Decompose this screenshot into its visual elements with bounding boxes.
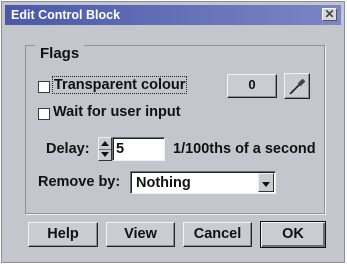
transparent-colour-checkbox[interactable] [38, 81, 50, 93]
arrow-down-icon [101, 152, 109, 157]
wait-for-input-checkbox[interactable] [38, 108, 50, 120]
delay-input[interactable]: 5 [112, 137, 165, 161]
remove-by-label: Remove by: [38, 174, 121, 190]
colour-picker-button[interactable] [284, 73, 310, 99]
delay-spinner[interactable] [98, 137, 112, 161]
colour-value-button[interactable]: 0 [227, 74, 277, 98]
flags-group-label: Flags [35, 45, 85, 62]
cancel-button[interactable]: Cancel [183, 222, 252, 247]
eyedropper-icon [289, 78, 306, 95]
remove-by-selected-value: Nothing [136, 175, 191, 191]
remove-by-select[interactable]: Nothing [130, 171, 276, 194]
chevron-down-icon [262, 182, 270, 187]
wait-for-input-label[interactable]: Wait for user input [53, 104, 181, 120]
delay-unit-label: 1/100ths of a second [173, 141, 316, 157]
close-button[interactable]: ✕ [322, 8, 337, 21]
ok-button[interactable]: OK [260, 221, 326, 248]
transparent-colour-label[interactable]: Transparent colour [51, 76, 188, 94]
remove-by-dropdown-button[interactable] [258, 173, 274, 192]
view-button[interactable]: View [106, 222, 175, 247]
delay-label: Delay: [46, 141, 90, 157]
spin-down-button[interactable] [99, 149, 111, 161]
arrow-up-icon [101, 141, 109, 146]
spin-up-button[interactable] [99, 138, 111, 149]
close-icon: ✕ [324, 7, 335, 21]
help-button[interactable]: Help [28, 222, 98, 247]
title-bar[interactable]: Edit Control Block ✕ [5, 5, 341, 25]
window-title: Edit Control Block [11, 8, 121, 22]
